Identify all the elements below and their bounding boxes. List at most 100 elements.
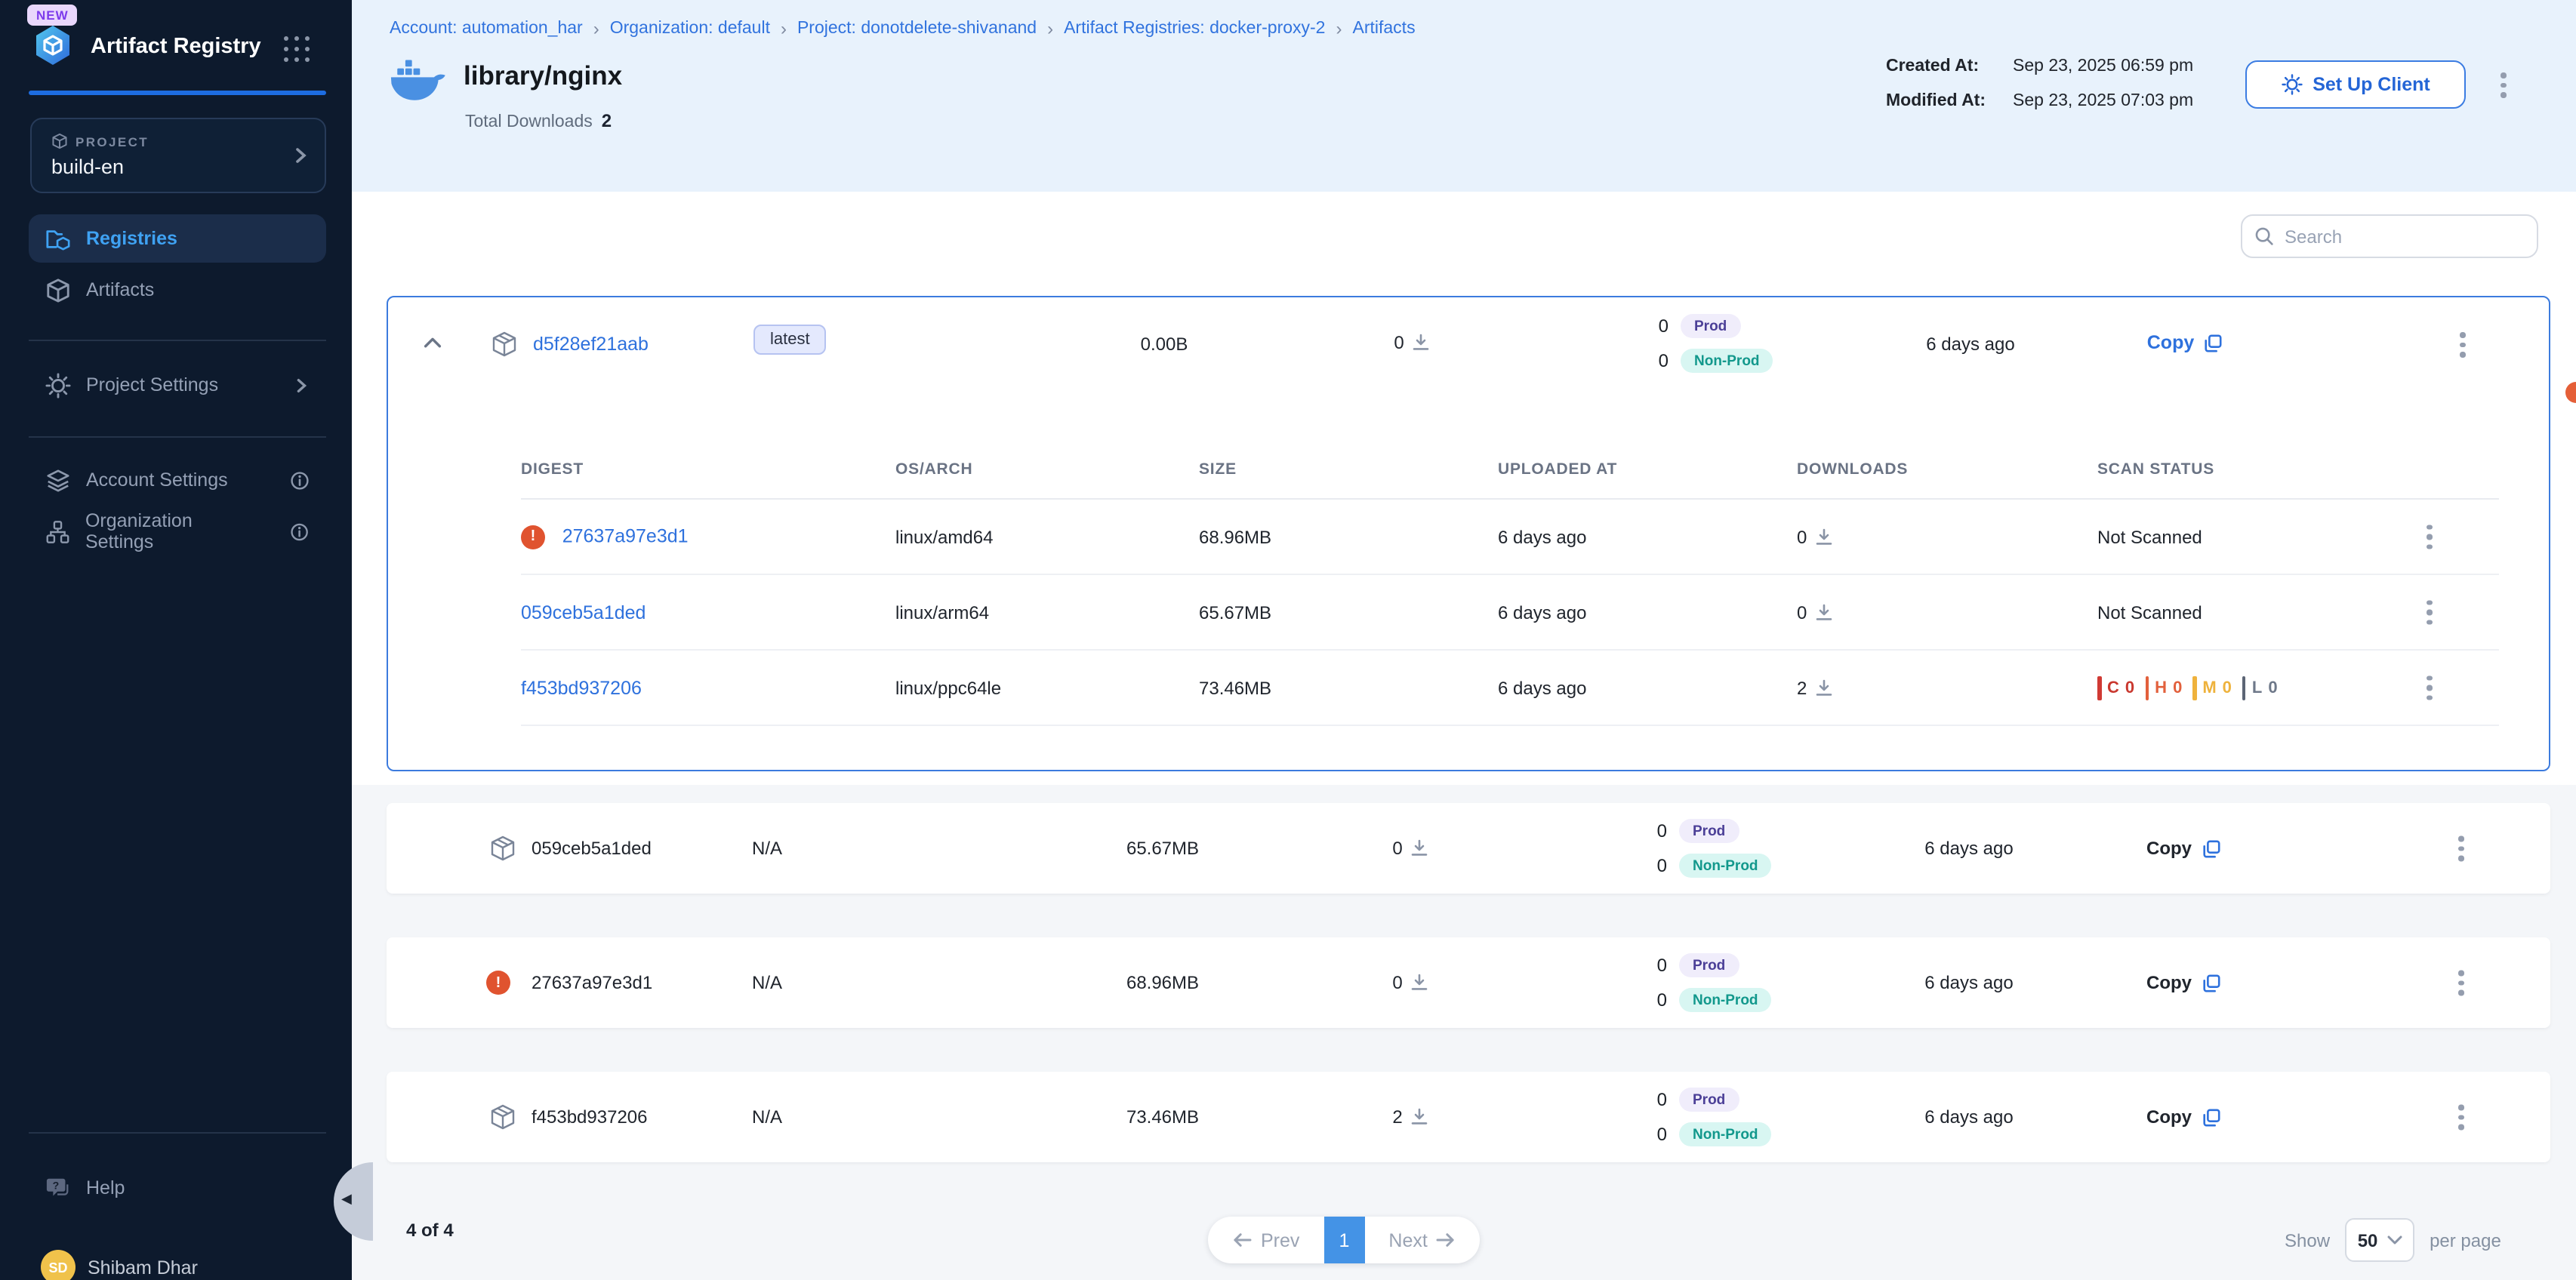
- copy-icon: [2201, 1107, 2220, 1127]
- header-kebab-menu[interactable]: [2494, 66, 2512, 103]
- digest-link[interactable]: 059ceb5a1ded: [521, 602, 646, 623]
- breadcrumb-account[interactable]: Account: automation_har: [390, 20, 583, 38]
- info-icon: [290, 470, 310, 490]
- search-box: [2241, 214, 2538, 258]
- row-kebab-menu[interactable]: [2452, 830, 2470, 867]
- per-page-label: per page: [2430, 1229, 2501, 1251]
- size-cell: 68.96MB: [1199, 526, 1271, 547]
- row-kebab-menu[interactable]: [2420, 594, 2438, 631]
- warning-icon: !: [486, 971, 510, 995]
- downloads-cell: 2: [1797, 677, 1832, 698]
- row-kebab-menu[interactable]: [2452, 1099, 2470, 1136]
- project-selector[interactable]: PROJECT build-en: [30, 118, 326, 193]
- digest-link[interactable]: f453bd937206: [521, 677, 642, 698]
- size-cell: 73.46MB: [1072, 1106, 1253, 1128]
- copy-button[interactable]: Copy: [2123, 972, 2244, 993]
- prod-count: 0: [1652, 1089, 1667, 1110]
- version-row: d5f28ef21aab latest 0.00B 0 0 Prod: [388, 297, 2549, 391]
- created-at-value: Sep 23, 2025 06:59 pm: [2013, 57, 2193, 75]
- size-cell: 73.46MB: [1199, 677, 1271, 698]
- updated-cell: 6 days ago: [1880, 334, 2061, 355]
- row-kebab-menu[interactable]: [2454, 326, 2471, 363]
- page-header: Account: automation_har Organization: de…: [352, 0, 2576, 192]
- copy-icon: [2203, 333, 2223, 352]
- version-digest-link[interactable]: 27637a97e3d1: [532, 972, 652, 993]
- digest-row: 059ceb5a1ded linux/arm64 65.67MB 6 days …: [521, 575, 2499, 651]
- version-digest-link[interactable]: f453bd937206: [532, 1106, 648, 1128]
- package-icon: [489, 835, 516, 862]
- row-kebab-menu[interactable]: [2452, 965, 2470, 1002]
- gear-icon: [45, 372, 71, 398]
- package-icon: [489, 1103, 516, 1131]
- downloads-cell: 0: [1362, 972, 1459, 993]
- version-digest-link[interactable]: d5f28ef21aab: [533, 334, 649, 355]
- sidebar-item-organization-settings[interactable]: Organization Settings: [29, 507, 326, 555]
- severity-low: L0: [2242, 675, 2278, 700]
- updated-cell: 6 days ago: [1878, 972, 2060, 993]
- page-title: library/nginx: [464, 60, 622, 92]
- divider: [29, 340, 326, 341]
- environment-counts: 0 Prod 0 Non-Prod: [1653, 314, 1773, 373]
- package-icon: [491, 331, 518, 358]
- sidebar-item-label: Account Settings: [86, 469, 228, 491]
- modified-at-value: Sep 23, 2025 07:03 pm: [2013, 92, 2193, 110]
- sidebar-item-label: Artifacts: [86, 279, 154, 300]
- nonprod-badge: Non-Prod: [1679, 1122, 1772, 1146]
- breadcrumb-artifacts[interactable]: Artifacts: [1353, 20, 1416, 38]
- sidebar-accent-divider: [29, 91, 326, 94]
- osarch-cell: linux/amd64: [895, 526, 993, 547]
- breadcrumb-project[interactable]: Project: donotdelete-shivanand: [797, 20, 1037, 38]
- next-page-button[interactable]: Next: [1364, 1217, 1480, 1263]
- copy-button[interactable]: Copy: [2123, 838, 2244, 859]
- page-size-select[interactable]: 50: [2345, 1218, 2414, 1262]
- breadcrumb-separator-icon: [781, 18, 787, 39]
- prod-count: 0: [1652, 820, 1667, 842]
- search-input[interactable]: [2285, 226, 2511, 247]
- version-row: 059ceb5a1ded N/A 65.67MB 0 0 Prod 0 Non-…: [387, 803, 2550, 894]
- pagination: Prev 1 Next: [1208, 1217, 1481, 1263]
- tag-cell: N/A: [752, 972, 782, 993]
- app-switcher-icon[interactable]: [284, 36, 311, 63]
- downloads-cell: 0: [1362, 838, 1459, 859]
- sidebar-item-registries[interactable]: Registries: [29, 214, 326, 263]
- sidebar-item-account-settings[interactable]: Account Settings: [29, 456, 326, 504]
- breadcrumb-registry[interactable]: Artifact Registries: docker-proxy-2: [1064, 20, 1325, 38]
- sidebar-item-artifacts[interactable]: Artifacts: [29, 266, 326, 314]
- collapse-chevron-icon[interactable]: [421, 332, 444, 355]
- chevron-down-icon: [2386, 1235, 2402, 1245]
- row-kebab-menu[interactable]: [2420, 669, 2438, 706]
- sidebar-item-label: Project Settings: [86, 374, 218, 395]
- sidebar-item-project-settings[interactable]: Project Settings: [29, 361, 326, 409]
- breadcrumb-organization[interactable]: Organization: default: [610, 20, 770, 38]
- col-header-downloads: DOWNLOADS: [1797, 460, 1908, 478]
- nonprod-badge: Non-Prod: [1679, 854, 1772, 878]
- environment-counts: 0 Prod 0 Non-Prod: [1652, 1088, 1772, 1146]
- version-row: ! 27637a97e3d1 N/A 68.96MB 0 0 Prod 0 No…: [387, 937, 2550, 1028]
- avatar: SD: [41, 1250, 75, 1280]
- project-name: build-en: [51, 155, 124, 178]
- sidebar-item-help[interactable]: ? Help: [29, 1164, 326, 1212]
- copy-button[interactable]: Copy: [2125, 332, 2245, 353]
- download-icon: [1410, 839, 1428, 857]
- version-digest-link[interactable]: 059ceb5a1ded: [532, 838, 652, 859]
- copy-button[interactable]: Copy: [2123, 1106, 2244, 1128]
- tag-cell: N/A: [752, 1106, 782, 1128]
- uploaded-cell: 6 days ago: [1498, 526, 1586, 547]
- app-window: NEW Artifact Registry PROJECT build-en: [0, 0, 2576, 1280]
- gear-icon: [2281, 74, 2302, 95]
- prod-badge: Prod: [1679, 819, 1739, 843]
- copy-icon: [2201, 838, 2220, 858]
- prev-page-button[interactable]: Prev: [1208, 1217, 1323, 1263]
- col-header-scan: SCAN STATUS: [2097, 460, 2214, 478]
- digest-link[interactable]: 27637a97e3d1: [562, 525, 689, 546]
- digest-table-header: DIGEST OS/ARCH SIZE UPLOADED AT DOWNLOAD…: [521, 442, 2499, 500]
- expanded-version-card: d5f28ef21aab latest 0.00B 0 0 Prod: [387, 296, 2550, 771]
- row-kebab-menu[interactable]: [2420, 518, 2438, 555]
- prod-badge: Prod: [1679, 1088, 1739, 1112]
- set-up-client-button[interactable]: Set Up Client: [2245, 60, 2466, 109]
- user-menu[interactable]: SD Shibam Dhar: [41, 1250, 198, 1280]
- page-number-active[interactable]: 1: [1323, 1217, 1364, 1263]
- uploaded-cell: 6 days ago: [1498, 602, 1586, 623]
- divider: [29, 436, 326, 438]
- nonprod-badge: Non-Prod: [1679, 988, 1772, 1012]
